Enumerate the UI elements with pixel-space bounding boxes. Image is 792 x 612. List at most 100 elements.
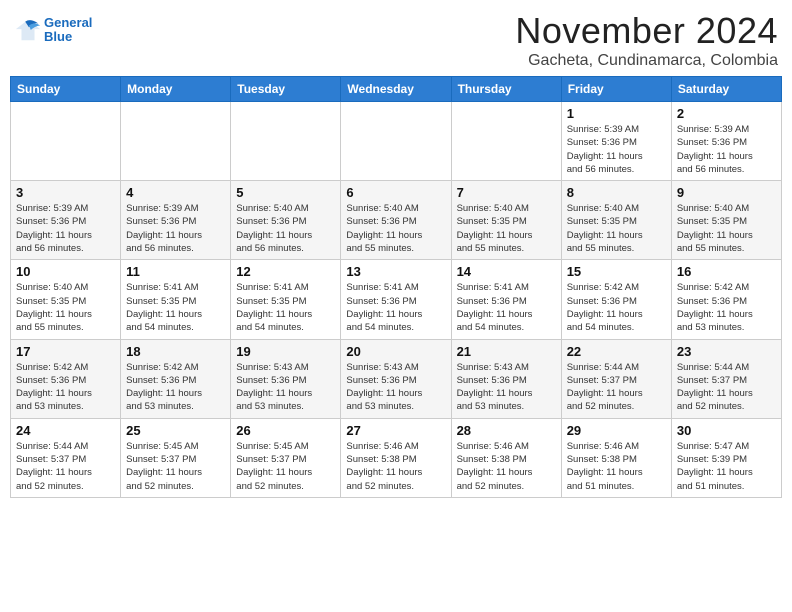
- day-number: 16: [677, 264, 776, 279]
- day-number: 11: [126, 264, 225, 279]
- calendar-cell: 3 Sunrise: 5:39 AM Sunset: 5:36 PM Daylig…: [11, 181, 121, 260]
- day-info: Sunrise: 5:45 AM Sunset: 5:37 PM Dayligh…: [126, 440, 225, 493]
- calendar-cell: 30Sunrise: 5:47 AM Sunset: 5:39 PM Dayli…: [671, 418, 781, 497]
- calendar-cell: 8 Sunrise: 5:40 AM Sunset: 5:35 PM Daylig…: [561, 181, 671, 260]
- day-number: 27: [346, 423, 445, 438]
- day-info: Sunrise: 5:42 AM Sunset: 5:36 PM Dayligh…: [677, 281, 776, 334]
- day-number: 5: [236, 185, 335, 200]
- calendar-cell: 22Sunrise: 5:44 AM Sunset: 5:37 PM Dayli…: [561, 339, 671, 418]
- day-number: 21: [457, 344, 556, 359]
- calendar-week-row: 3 Sunrise: 5:39 AM Sunset: 5:36 PM Daylig…: [11, 181, 782, 260]
- day-info: Sunrise: 5:40 AM Sunset: 5:36 PM Dayligh…: [346, 202, 445, 255]
- day-number: 7: [457, 185, 556, 200]
- calendar-cell: 28Sunrise: 5:46 AM Sunset: 5:38 PM Dayli…: [451, 418, 561, 497]
- day-number: 23: [677, 344, 776, 359]
- logo: General Blue: [14, 16, 92, 45]
- day-number: 17: [16, 344, 115, 359]
- day-number: 13: [346, 264, 445, 279]
- calendar-cell: 14 Sunrise: 5:41 AM Sunset: 5:36 PM Dayli…: [451, 260, 561, 339]
- day-number: 12: [236, 264, 335, 279]
- calendar-cell: 21 Sunrise: 5:43 AM Sunset: 5:36 PM Dayli…: [451, 339, 561, 418]
- day-number: 14: [457, 264, 556, 279]
- day-number: 10: [16, 264, 115, 279]
- calendar-cell: 17Sunrise: 5:42 AM Sunset: 5:36 PM Dayli…: [11, 339, 121, 418]
- calendar-week-row: 1 Sunrise: 5:39 AM Sunset: 5:36 PM Daylig…: [11, 102, 782, 181]
- day-info: Sunrise: 5:40 AM Sunset: 5:36 PM Dayligh…: [236, 202, 335, 255]
- day-number: 9: [677, 185, 776, 200]
- calendar-cell: 6 Sunrise: 5:40 AM Sunset: 5:36 PM Daylig…: [341, 181, 451, 260]
- day-info: Sunrise: 5:46 AM Sunset: 5:38 PM Dayligh…: [346, 440, 445, 493]
- day-info: Sunrise: 5:44 AM Sunset: 5:37 PM Dayligh…: [16, 440, 115, 493]
- calendar-cell: 15 Sunrise: 5:42 AM Sunset: 5:36 PM Dayli…: [561, 260, 671, 339]
- day-number: 24: [16, 423, 115, 438]
- logo-bird-icon: [14, 16, 42, 44]
- day-number: 25: [126, 423, 225, 438]
- day-info: Sunrise: 5:43 AM Sunset: 5:36 PM Dayligh…: [457, 361, 556, 414]
- day-info: Sunrise: 5:41 AM Sunset: 5:36 PM Dayligh…: [457, 281, 556, 334]
- calendar-cell: 1 Sunrise: 5:39 AM Sunset: 5:36 PM Daylig…: [561, 102, 671, 181]
- calendar-cell: 26 Sunrise: 5:45 AM Sunset: 5:37 PM Dayli…: [231, 418, 341, 497]
- calendar-cell: [341, 102, 451, 181]
- logo-text-blue: Blue: [44, 30, 92, 44]
- day-info: Sunrise: 5:46 AM Sunset: 5:38 PM Dayligh…: [567, 440, 666, 493]
- calendar-cell: 19 Sunrise: 5:43 AM Sunset: 5:36 PM Dayli…: [231, 339, 341, 418]
- day-number: 18: [126, 344, 225, 359]
- month-title: November 2024: [515, 10, 778, 52]
- calendar-header-friday: Friday: [561, 77, 671, 102]
- day-info: Sunrise: 5:42 AM Sunset: 5:36 PM Dayligh…: [567, 281, 666, 334]
- day-number: 1: [567, 106, 666, 121]
- day-number: 30: [677, 423, 776, 438]
- location-title: Gacheta, Cundinamarca, Colombia: [515, 52, 778, 70]
- day-info: Sunrise: 5:39 AM Sunset: 5:36 PM Dayligh…: [16, 202, 115, 255]
- calendar-header-row: SundayMondayTuesdayWednesdayThursdayFrid…: [11, 77, 782, 102]
- title-block: November 2024 Gacheta, Cundinamarca, Col…: [515, 10, 778, 70]
- calendar-cell: 23 Sunrise: 5:44 AM Sunset: 5:37 PM Dayli…: [671, 339, 781, 418]
- day-info: Sunrise: 5:45 AM Sunset: 5:37 PM Dayligh…: [236, 440, 335, 493]
- day-info: Sunrise: 5:41 AM Sunset: 5:35 PM Dayligh…: [236, 281, 335, 334]
- day-info: Sunrise: 5:43 AM Sunset: 5:36 PM Dayligh…: [236, 361, 335, 414]
- calendar-header-sunday: Sunday: [11, 77, 121, 102]
- calendar-header-saturday: Saturday: [671, 77, 781, 102]
- day-info: Sunrise: 5:44 AM Sunset: 5:37 PM Dayligh…: [677, 361, 776, 414]
- calendar-cell: 13 Sunrise: 5:41 AM Sunset: 5:36 PM Dayli…: [341, 260, 451, 339]
- day-info: Sunrise: 5:41 AM Sunset: 5:35 PM Dayligh…: [126, 281, 225, 334]
- day-info: Sunrise: 5:40 AM Sunset: 5:35 PM Dayligh…: [457, 202, 556, 255]
- calendar-cell: 9 Sunrise: 5:40 AM Sunset: 5:35 PM Daylig…: [671, 181, 781, 260]
- day-number: 28: [457, 423, 556, 438]
- day-info: Sunrise: 5:40 AM Sunset: 5:35 PM Dayligh…: [677, 202, 776, 255]
- day-number: 3: [16, 185, 115, 200]
- day-number: 8: [567, 185, 666, 200]
- day-number: 4: [126, 185, 225, 200]
- calendar-cell: 25 Sunrise: 5:45 AM Sunset: 5:37 PM Dayli…: [121, 418, 231, 497]
- day-number: 26: [236, 423, 335, 438]
- calendar-cell: 29 Sunrise: 5:46 AM Sunset: 5:38 PM Dayli…: [561, 418, 671, 497]
- day-number: 15: [567, 264, 666, 279]
- calendar-cell: 10 Sunrise: 5:40 AM Sunset: 5:35 PM Dayli…: [11, 260, 121, 339]
- day-number: 6: [346, 185, 445, 200]
- day-info: Sunrise: 5:39 AM Sunset: 5:36 PM Dayligh…: [126, 202, 225, 255]
- calendar-table: SundayMondayTuesdayWednesdayThursdayFrid…: [10, 76, 782, 498]
- day-info: Sunrise: 5:39 AM Sunset: 5:36 PM Dayligh…: [567, 123, 666, 176]
- calendar-week-row: 24 Sunrise: 5:44 AM Sunset: 5:37 PM Dayli…: [11, 418, 782, 497]
- calendar-cell: 24 Sunrise: 5:44 AM Sunset: 5:37 PM Dayli…: [11, 418, 121, 497]
- calendar-cell: 16 Sunrise: 5:42 AM Sunset: 5:36 PM Dayli…: [671, 260, 781, 339]
- logo-text: General: [44, 16, 92, 30]
- calendar-cell: [451, 102, 561, 181]
- calendar-header-wednesday: Wednesday: [341, 77, 451, 102]
- calendar-cell: 12 Sunrise: 5:41 AM Sunset: 5:35 PM Dayli…: [231, 260, 341, 339]
- day-number: 29: [567, 423, 666, 438]
- day-info: Sunrise: 5:40 AM Sunset: 5:35 PM Dayligh…: [567, 202, 666, 255]
- day-info: Sunrise: 5:40 AM Sunset: 5:35 PM Dayligh…: [16, 281, 115, 334]
- day-info: Sunrise: 5:44 AM Sunset: 5:37 PM Dayligh…: [567, 361, 666, 414]
- page-header: General Blue November 2024 Gacheta, Cund…: [10, 10, 782, 70]
- day-number: 19: [236, 344, 335, 359]
- calendar-cell: 2Sunrise: 5:39 AM Sunset: 5:36 PM Daylig…: [671, 102, 781, 181]
- calendar-header-monday: Monday: [121, 77, 231, 102]
- calendar-cell: 11 Sunrise: 5:41 AM Sunset: 5:35 PM Dayli…: [121, 260, 231, 339]
- day-info: Sunrise: 5:41 AM Sunset: 5:36 PM Dayligh…: [346, 281, 445, 334]
- calendar-cell: [11, 102, 121, 181]
- calendar-cell: 20Sunrise: 5:43 AM Sunset: 5:36 PM Dayli…: [341, 339, 451, 418]
- calendar-header-thursday: Thursday: [451, 77, 561, 102]
- calendar-cell: 27 Sunrise: 5:46 AM Sunset: 5:38 PM Dayli…: [341, 418, 451, 497]
- day-info: Sunrise: 5:43 AM Sunset: 5:36 PM Dayligh…: [346, 361, 445, 414]
